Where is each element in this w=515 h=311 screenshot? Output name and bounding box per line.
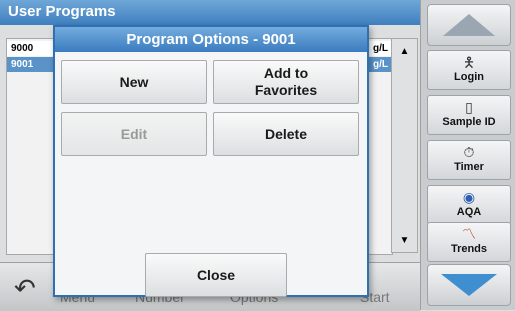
back-icon[interactable]: ↶ xyxy=(14,275,36,301)
trend-chart-icon: 〽 xyxy=(462,226,476,242)
trends-button[interactable]: 〽 Trends xyxy=(427,222,511,262)
aqa-icon: ◉ xyxy=(462,189,476,205)
program-unit: g/L xyxy=(373,43,388,54)
program-unit: g/L xyxy=(373,59,388,70)
close-button[interactable]: Close xyxy=(145,253,287,297)
aqa-label: AQA xyxy=(456,206,482,218)
sample-id-label: Sample ID xyxy=(442,116,496,128)
timer-label: Timer xyxy=(454,161,484,173)
page-down-button[interactable] xyxy=(427,264,511,306)
up-arrow-icon xyxy=(443,14,495,36)
screen-title: User Programs xyxy=(8,3,116,20)
dialog-title: Program Options - 9001 xyxy=(55,27,367,52)
aqa-button[interactable]: ◉ AQA xyxy=(427,185,511,225)
add-to-favorites-button[interactable]: Add to Favorites xyxy=(213,60,359,104)
program-number: 9000 xyxy=(11,43,34,54)
list-scrollbar[interactable]: ▲ ▼ xyxy=(391,38,418,253)
new-button[interactable]: New xyxy=(61,60,207,104)
down-arrow-icon xyxy=(441,274,497,296)
login-button[interactable]: 🯅 Login xyxy=(427,50,511,90)
person-icon: 🯅 xyxy=(462,54,476,70)
page-up-button[interactable] xyxy=(427,4,511,46)
program-number: 9001 xyxy=(11,59,34,70)
timer-button[interactable]: ⏱ Timer xyxy=(427,140,511,180)
trends-label: Trends xyxy=(450,243,488,255)
sample-id-button[interactable]: ▯ Sample ID xyxy=(427,95,511,135)
right-sidebar: 🯅 Login ▯ Sample ID ⏱ Timer ◉ AQA 〽 Tren… xyxy=(420,0,515,310)
screen-header: User Programs xyxy=(0,0,420,25)
delete-button[interactable]: Delete xyxy=(213,112,359,156)
scroll-down-icon[interactable]: ▼ xyxy=(395,230,414,250)
program-options-dialog: Program Options - 9001 New Add to Favori… xyxy=(53,25,369,297)
scroll-up-icon[interactable]: ▲ xyxy=(395,41,414,61)
timer-icon: ⏱ xyxy=(463,144,475,160)
add-to-favorites-label: Add to Favorites xyxy=(254,65,318,98)
edit-button: Edit xyxy=(61,112,207,156)
login-label: Login xyxy=(454,71,484,83)
vial-icon: ▯ xyxy=(465,99,473,115)
